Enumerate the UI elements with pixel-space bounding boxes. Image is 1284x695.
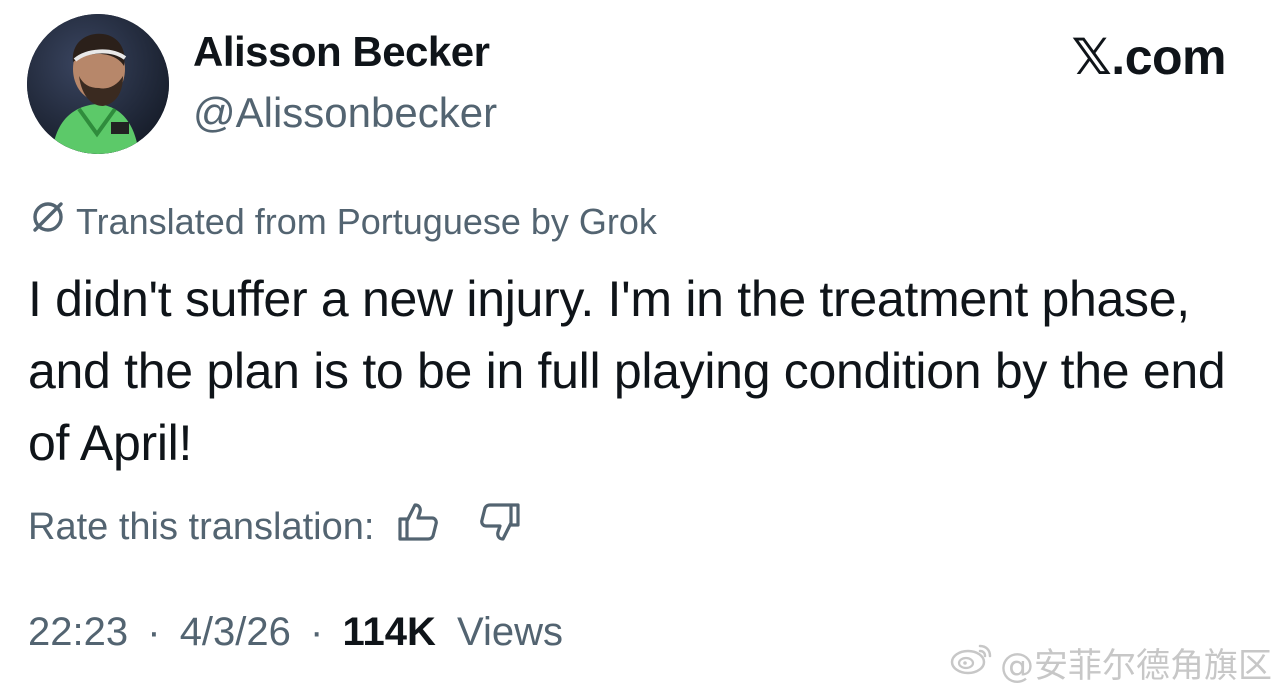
- grok-slash-icon: [28, 197, 68, 246]
- x-logo: 𝕏.com: [1071, 29, 1227, 85]
- thumbs-up-button[interactable]: [396, 500, 440, 554]
- author-handle[interactable]: @Alissonbecker: [193, 89, 497, 137]
- views-count[interactable]: 114K: [342, 610, 435, 654]
- watermark-text: @安菲尔德角旗区: [1000, 646, 1272, 686]
- rate-translation-row: Rate this translation:: [28, 500, 522, 554]
- translation-note: Translated from Portuguese by Grok: [28, 197, 657, 246]
- tweet-text: I didn't suffer a new injury. I'm in the…: [28, 271, 1226, 471]
- watermark: @安菲尔德角旗区: [950, 638, 1272, 687]
- meta-separator: ·: [310, 610, 324, 654]
- translation-note-text: Translated from Portuguese by Grok: [76, 200, 657, 242]
- thumbs-up-icon: [396, 500, 440, 554]
- thumbs-down-button[interactable]: [478, 500, 522, 554]
- tweet-meta: 22:23 · 4/3/26 · 114K Views: [28, 610, 563, 655]
- tweet-time[interactable]: 22:23: [28, 610, 128, 654]
- meta-separator: ·: [147, 610, 161, 654]
- tweet-date[interactable]: 4/3/26: [180, 610, 291, 654]
- avatar[interactable]: [27, 14, 169, 154]
- author-name[interactable]: Alisson Becker: [193, 28, 490, 76]
- weibo-icon: [950, 640, 994, 685]
- thumbs-down-icon: [478, 500, 522, 554]
- rate-translation-label: Rate this translation:: [28, 505, 375, 548]
- views-label: Views: [457, 610, 564, 654]
